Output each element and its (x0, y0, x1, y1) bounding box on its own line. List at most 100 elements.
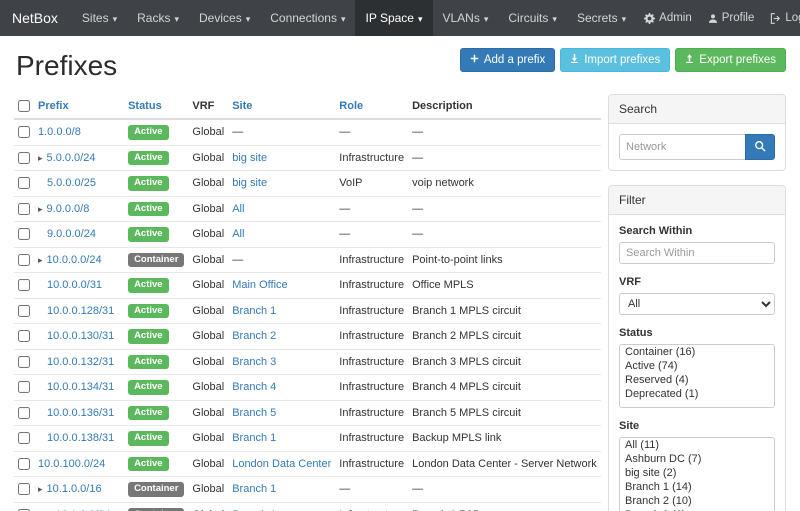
prefix-link[interactable]: 10.0.0.138/31 (47, 432, 114, 444)
status-badge[interactable]: Container (128, 482, 184, 497)
description-cell: London Data Center - Server Network (408, 451, 601, 477)
prefix-link[interactable]: 10.0.0.128/31 (47, 305, 114, 317)
nav-profile[interactable]: Profile (700, 0, 763, 36)
prefix-table-container: PrefixStatusVRFSiteRoleDescription 1.0.0… (14, 94, 592, 511)
status-badge[interactable]: Active (128, 151, 169, 166)
site-link[interactable]: Branch 1 (232, 432, 276, 444)
status-badge[interactable]: Container (128, 508, 184, 511)
prefix-link[interactable]: 10.1.0.0/16 (47, 483, 102, 495)
row-checkbox[interactable] (18, 254, 30, 266)
role-cell: Infrastructure (335, 298, 408, 324)
nav-admin[interactable]: Admin (636, 0, 700, 36)
row-checkbox[interactable] (18, 152, 30, 164)
nav-item-racks[interactable]: Racks (127, 0, 189, 36)
filter-panel: Filter Search Within VRF All Status Cont… (608, 185, 786, 511)
top-navbar: NetBox SitesRacksDevicesConnectionsIP Sp… (0, 0, 800, 36)
status-badge[interactable]: Active (128, 406, 169, 421)
column-header-prefix[interactable]: Prefix (34, 94, 124, 119)
status-badge[interactable]: Active (128, 176, 169, 191)
site-link[interactable]: Branch 3 (232, 356, 276, 368)
prefix-link[interactable]: 10.0.0.0/24 (47, 254, 102, 266)
status-badge[interactable]: Active (128, 227, 169, 242)
site-link[interactable]: big site (232, 152, 267, 164)
status-badge[interactable]: Active (128, 355, 169, 370)
description-cell: Backup MPLS link (408, 426, 601, 452)
row-checkbox[interactable] (18, 432, 30, 444)
chevron-down-icon (174, 11, 179, 25)
status-badge[interactable]: Active (128, 202, 169, 217)
nav-item-secrets[interactable]: Secrets (567, 0, 636, 36)
prefix-link[interactable]: 10.0.0.0/31 (47, 279, 102, 291)
table-row: 10.0.0.132/31ActiveGlobalBranch 3Infrast… (14, 349, 601, 375)
column-header-status[interactable]: Status (124, 94, 188, 119)
row-checkbox[interactable] (18, 177, 30, 189)
status-badge[interactable]: Active (128, 380, 169, 395)
search-button[interactable] (745, 134, 775, 160)
import-prefixes-button[interactable]: Import prefixes (560, 48, 670, 72)
prefix-link[interactable]: 1.0.0.0/8 (38, 126, 81, 138)
row-checkbox[interactable] (18, 483, 30, 495)
table-row: 10.0.0.130/31ActiveGlobalBranch 2Infrast… (14, 324, 601, 350)
site-link[interactable]: All (232, 228, 244, 240)
page-title: Prefixes (16, 50, 117, 82)
add-prefix-button[interactable]: Add a prefix (460, 48, 555, 72)
site-link[interactable]: Branch 4 (232, 381, 276, 393)
prefix-link[interactable]: 5.0.0.0/24 (47, 152, 96, 164)
nav-logout[interactable]: Log out (762, 0, 800, 36)
nav-item-ip-space[interactable]: IP Space (355, 0, 432, 36)
export-prefixes-button[interactable]: Export prefixes (675, 48, 786, 72)
status-badge[interactable]: Container (128, 253, 184, 268)
expand-caret-icon (38, 203, 47, 215)
nav-item-circuits[interactable]: Circuits (498, 0, 567, 36)
status-badge[interactable]: Active (128, 431, 169, 446)
site-link[interactable]: Branch 5 (232, 407, 276, 419)
row-checkbox[interactable] (18, 356, 30, 368)
nav-admin-label: Admin (659, 12, 692, 24)
status-badge[interactable]: Active (128, 125, 169, 140)
status-multiselect[interactable]: Container (16)Active (74)Reserved (4)Dep… (619, 344, 775, 408)
row-checkbox[interactable] (18, 458, 30, 470)
select-all-checkbox[interactable] (18, 100, 30, 112)
site-link[interactable]: big site (232, 177, 267, 189)
prefix-link[interactable]: 10.0.100.0/24 (38, 458, 105, 470)
column-header-role[interactable]: Role (335, 94, 408, 119)
nav-item-devices[interactable]: Devices (189, 0, 260, 36)
nav-item-vlans[interactable]: VLANs (433, 0, 499, 36)
site-link[interactable]: London Data Center (232, 458, 331, 470)
prefix-link[interactable]: 5.0.0.0/25 (47, 177, 96, 189)
site-link[interactable]: All (232, 203, 244, 215)
row-checkbox[interactable] (18, 330, 30, 342)
row-checkbox[interactable] (18, 228, 30, 240)
row-checkbox[interactable] (18, 407, 30, 419)
nav-item-sites[interactable]: Sites (72, 0, 127, 36)
status-badge[interactable]: Active (128, 304, 169, 319)
column-header-site[interactable]: Site (228, 94, 335, 119)
prefix-link[interactable]: 10.0.0.130/31 (47, 330, 114, 342)
site-link[interactable]: Main Office (232, 279, 287, 291)
site-multiselect[interactable]: All (11)Ashburn DC (7)big site (2)Branch… (619, 437, 775, 511)
site-link[interactable]: Branch 2 (232, 330, 276, 342)
prefix-link[interactable]: 9.0.0.0/24 (47, 228, 96, 240)
row-checkbox[interactable] (18, 305, 30, 317)
status-badge[interactable]: Active (128, 329, 169, 344)
site-link[interactable]: Branch 1 (232, 483, 276, 495)
row-checkbox[interactable] (18, 126, 30, 138)
status-badge[interactable]: Active (128, 457, 169, 472)
site-link[interactable]: Branch 1 (232, 305, 276, 317)
nav-item-connections[interactable]: Connections (260, 0, 355, 36)
prefix-link[interactable]: 10.0.0.136/31 (47, 407, 114, 419)
row-checkbox[interactable] (18, 203, 30, 215)
prefix-link[interactable]: 9.0.0.0/8 (47, 203, 90, 215)
search-input[interactable] (619, 134, 745, 160)
search-panel: Search (608, 94, 786, 171)
row-checkbox[interactable] (18, 381, 30, 393)
prefix-link[interactable]: 10.0.0.134/31 (47, 381, 114, 393)
app-logo[interactable]: NetBox (12, 0, 72, 36)
prefix-link[interactable]: 10.0.0.132/31 (47, 356, 114, 368)
search-within-input[interactable] (619, 242, 775, 264)
row-checkbox[interactable] (18, 279, 30, 291)
status-badge[interactable]: Active (128, 278, 169, 293)
table-row: 5.0.0.0/25ActiveGlobalbig siteVoIPvoip n… (14, 171, 601, 197)
chevron-down-icon (484, 11, 489, 25)
vrf-select[interactable]: All (619, 293, 775, 315)
